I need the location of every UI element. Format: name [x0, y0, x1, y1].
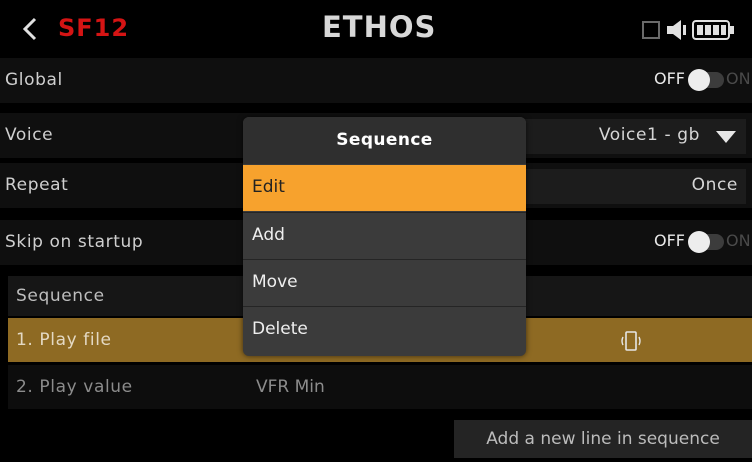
menu-item-label: Add [252, 225, 285, 245]
audio-file-icon [621, 331, 641, 351]
menu-item-label: Edit [252, 177, 285, 197]
back-chevron-icon[interactable] [20, 16, 42, 42]
dropdown-arrow-icon [716, 131, 736, 143]
sequence-context-menu: Sequence Edit Add Move Delete [243, 117, 526, 356]
model-name: SF12 [58, 14, 130, 42]
toggle-on-label: ON [726, 69, 751, 88]
repeat-value: Once [691, 175, 738, 195]
sequence-line[interactable]: 2. Play value VFR Min [8, 365, 752, 409]
skip-on-startup-toggle[interactable]: OFF ON [652, 229, 751, 257]
voice-value: Voice1 - gb [598, 125, 700, 145]
global-toggle[interactable]: OFF ON [652, 67, 751, 95]
add-line-button[interactable]: Add a new line in sequence [454, 420, 752, 458]
dialog-title: Sequence [336, 130, 433, 150]
repeat-label: Repeat [5, 175, 69, 195]
status-icons [642, 20, 734, 40]
menu-item-edit[interactable]: Edit [243, 165, 526, 211]
menu-item-label: Delete [252, 319, 308, 339]
voice-label: Voice [5, 125, 54, 145]
sequence-line-param: VFR Min [256, 377, 325, 397]
svg-text:ETHOS: ETHOS [322, 11, 436, 41]
dialog-title-bar: Sequence [243, 117, 526, 164]
sd-card-icon [642, 21, 660, 39]
sequence-header-label: Sequence [16, 286, 105, 306]
menu-item-move[interactable]: Move [243, 259, 526, 306]
toggle-on-label: ON [726, 231, 751, 250]
toggle-off-label: OFF [654, 69, 685, 88]
toggle-knob [688, 69, 710, 91]
toggle-off-label: OFF [654, 231, 685, 250]
menu-item-add[interactable]: Add [243, 212, 526, 259]
battery-icon [692, 20, 734, 40]
skip-on-startup-label: Skip on startup [5, 232, 144, 252]
menu-item-label: Move [252, 272, 298, 292]
ethos-logo: ETHOS [322, 11, 436, 41]
global-label: Global [5, 70, 63, 90]
menu-item-delete[interactable]: Delete [243, 306, 526, 353]
global-row: Global OFF ON [0, 58, 752, 103]
add-line-button-label: Add a new line in sequence [486, 429, 720, 449]
toggle-knob [688, 231, 710, 253]
speaker-icon [667, 20, 686, 40]
sequence-line-label: 1. Play file [16, 330, 112, 350]
sequence-line-label: 2. Play value [16, 377, 133, 397]
top-bar: SF12 ETHOS [0, 0, 752, 57]
